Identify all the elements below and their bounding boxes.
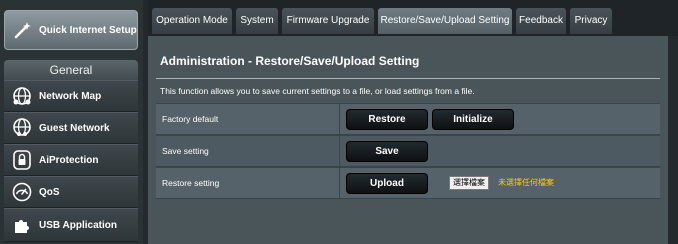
quick-internet-setup-label: Quick Internet Setup [39,24,137,36]
lock-shield-icon [13,150,31,170]
wand-icon [14,22,31,39]
main-panel: Administration - Restore/Save/Upload Set… [148,36,668,244]
save-setting-label: Save setting [162,136,340,166]
sidebar-item-label: AiProtection [39,154,99,166]
settings-table: Factory default Restore Initialize Save … [156,103,660,199]
choose-file-button[interactable]: 選擇檔案 [449,176,489,190]
sidebar-item-label: QoS [39,186,60,198]
sidebar-item-network-map[interactable]: Network Map [4,80,138,112]
save-setting-row: Save setting Save [156,135,660,167]
file-status-text: 未選擇任何檔案 [498,178,554,187]
factory-default-row: Factory default Restore Initialize [156,103,660,135]
guest-globe-icon [13,118,31,136]
sidebar-item-aiprotection[interactable]: AiProtection [4,144,138,176]
sidebar-item-label: Network Map [39,90,102,102]
restore-button[interactable]: Restore [346,109,428,130]
quick-internet-setup-button[interactable]: Quick Internet Setup [4,10,138,50]
sidebar: Quick Internet Setup General Network Map… [0,0,143,244]
tab-firmware-upgrade[interactable]: Firmware Upgrade [282,8,374,34]
globe-icon [13,87,31,105]
page-description: This function allows you to save current… [160,86,475,96]
sidebar-item-usb-application[interactable]: USB Application [4,208,138,242]
puzzle-icon [15,220,29,233]
tab-privacy[interactable]: Privacy [570,8,612,34]
save-button[interactable]: Save [346,141,428,162]
tab-bar: Operation Mode System Firmware Upgrade R… [148,0,678,36]
tab-operation-mode[interactable]: Operation Mode [152,8,232,34]
gauge-icon [12,182,32,202]
page-title: Administration - Restore/Save/Upload Set… [160,54,420,68]
sidebar-item-label: Guest Network [39,122,110,134]
tab-restore-save-upload-setting[interactable]: Restore/Save/Upload Setting [378,8,512,34]
factory-default-label: Factory default [162,104,340,134]
sidebar-item-label: USB Application [39,219,117,231]
sidebar-section-general: General [4,60,138,80]
restore-setting-row: Restore setting Upload 選擇檔案 未選擇任何檔案 [156,167,660,199]
restore-setting-label: Restore setting [162,168,340,198]
title-divider [156,78,660,79]
upload-button[interactable]: Upload [346,173,428,194]
right-edge [668,36,678,244]
sidebar-item-guest-network[interactable]: Guest Network [4,112,138,144]
tab-system[interactable]: System [236,8,278,34]
initialize-button[interactable]: Initialize [432,109,514,130]
sidebar-item-qos[interactable]: QoS [4,176,138,208]
tab-feedback[interactable]: Feedback [516,8,566,34]
